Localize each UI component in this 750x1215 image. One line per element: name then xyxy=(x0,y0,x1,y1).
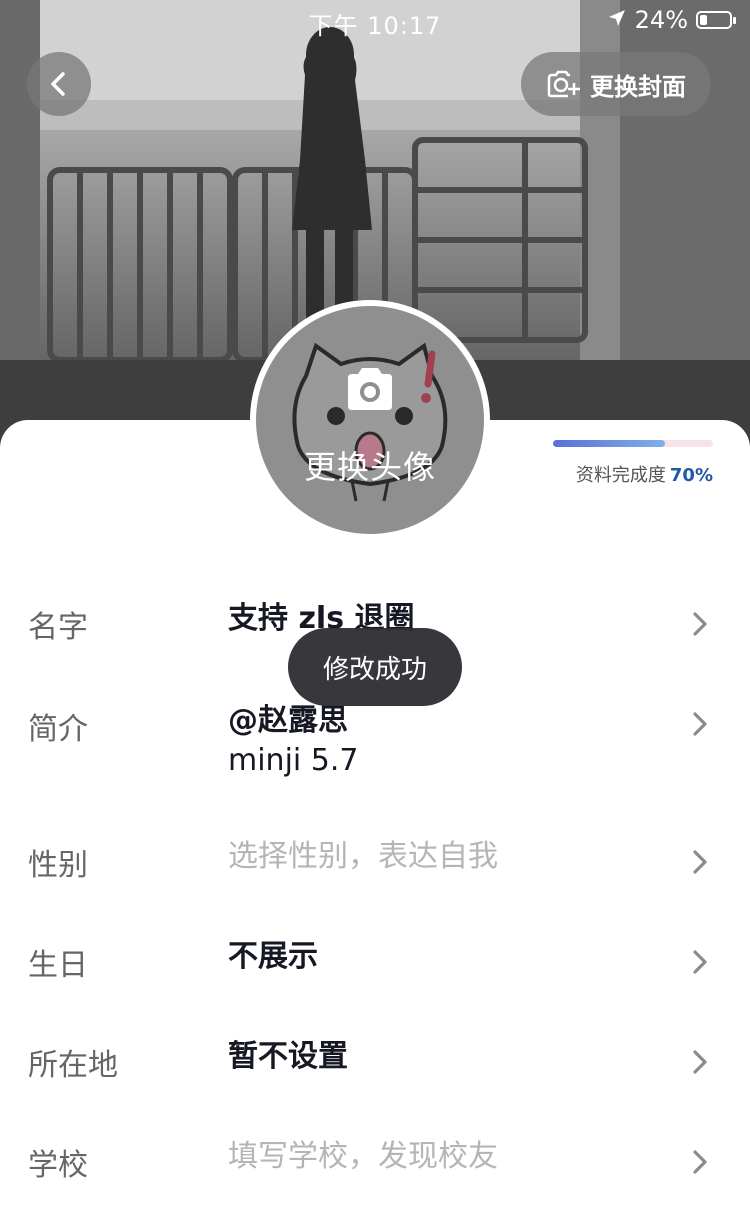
avatar: 更换头像 xyxy=(256,306,484,534)
row-gender[interactable]: 性别 选择性别，表达自我 xyxy=(0,838,750,888)
battery-level xyxy=(700,15,707,25)
chevron-right-icon xyxy=(693,612,707,636)
back-button[interactable] xyxy=(27,52,91,116)
completion-label: 资料完成度 xyxy=(575,465,666,486)
row-value-placeholder: 填写学校，发现校友 xyxy=(228,1139,498,1174)
chevron-left-icon xyxy=(51,72,65,96)
row-value-line-2: minji 5.7 xyxy=(228,743,359,778)
profile-completion: 资料完成度 70% xyxy=(553,440,713,487)
chevron-right-icon xyxy=(693,712,707,736)
camera-icon xyxy=(348,368,392,410)
row-label: 生日 xyxy=(28,948,88,983)
row-label: 性别 xyxy=(28,848,88,883)
status-right: 24% xyxy=(607,6,736,34)
row-label: 名字 xyxy=(28,610,88,645)
toast: 修改成功 xyxy=(288,628,462,706)
row-label: 所在地 xyxy=(28,1048,118,1083)
chevron-right-icon xyxy=(693,950,707,974)
completion-text: 资料完成度 70% xyxy=(553,461,713,487)
row-value-placeholder: 选择性别，表达自我 xyxy=(228,839,498,874)
row-value: 不展示 xyxy=(228,939,318,974)
camera-plus-icon xyxy=(547,70,580,98)
row-label: 简介 xyxy=(28,712,88,747)
profile-edit-page: 下午 10:17 24% 更换封面 更换头像 资料完成度 70% 名字 支持 z… xyxy=(0,0,750,1215)
status-bar: 下午 10:17 24% xyxy=(0,0,750,40)
row-value-line-1: @赵露思 xyxy=(228,703,348,738)
completion-progress-track xyxy=(553,440,713,447)
location-arrow-icon xyxy=(607,6,627,34)
row-location[interactable]: 所在地 暂不设置 xyxy=(0,1038,750,1088)
row-school[interactable]: 学校 填写学校，发现校友 xyxy=(0,1138,750,1188)
row-label: 学校 xyxy=(28,1148,88,1183)
change-cover-button[interactable]: 更换封面 xyxy=(521,52,711,116)
battery-icon xyxy=(696,11,736,29)
chevron-right-icon xyxy=(693,1050,707,1074)
battery-percent: 24% xyxy=(634,6,688,34)
avatar-button[interactable]: 更换头像 xyxy=(250,300,490,540)
row-birthday[interactable]: 生日 不展示 xyxy=(0,938,750,988)
completion-percent: 70% xyxy=(669,465,713,486)
completion-progress-fill xyxy=(553,440,665,447)
row-value: 暂不设置 xyxy=(228,1039,348,1074)
toast-message: 修改成功 xyxy=(322,654,427,685)
avatar-label: 更换头像 xyxy=(303,448,436,486)
change-cover-label: 更换封面 xyxy=(590,72,686,101)
row-bio[interactable]: 简介 @赵露思 minji 5.7 xyxy=(0,700,750,790)
chevron-right-icon xyxy=(693,1150,707,1174)
avatar-cat-illustration xyxy=(292,342,448,502)
chevron-right-icon xyxy=(693,850,707,874)
